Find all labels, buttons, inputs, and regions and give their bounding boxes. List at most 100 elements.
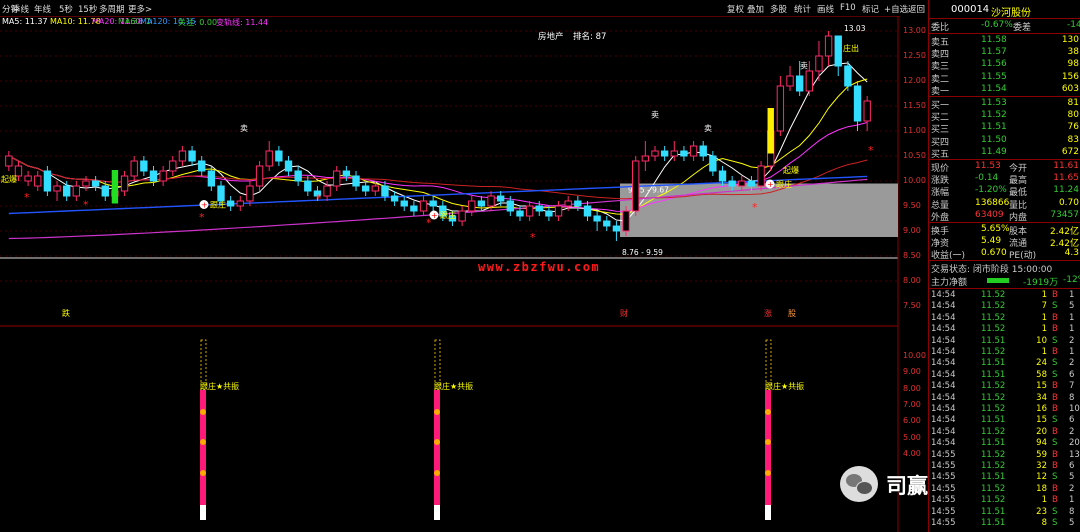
- tick-volume: 94: [1036, 438, 1047, 449]
- kline-chart[interactable]: 9.95 - 9.678.76 - 9.59 卖卖卖卖+ 跟庄+ 跟庄+ 跟庄起爆起爆…: [0, 16, 928, 532]
- stat-value: 73457: [1050, 209, 1079, 220]
- bid-row: 买三 11.51 76: [929, 122, 1080, 135]
- tick-side: B: [1052, 461, 1058, 471]
- candle-body: [834, 35, 842, 67]
- add-watchlist-button[interactable]: +自选: [884, 3, 908, 15]
- candle-body: [236, 200, 244, 207]
- candle-body: [5, 155, 13, 167]
- statistics-button[interactable]: 统计: [794, 3, 811, 15]
- price-axis-label: 8.50: [903, 251, 921, 260]
- tick-row: 14:54 11.51 58 S 6: [929, 370, 1080, 381]
- stat-label: 总量: [931, 200, 950, 211]
- tick-side: B: [1052, 381, 1058, 392]
- candle-body: [390, 195, 399, 202]
- overlay-button[interactable]: 叠加: [747, 3, 764, 15]
- candle-body: [188, 150, 196, 162]
- tick-row: 14:55 11.52 59 B 13: [929, 450, 1080, 461]
- tick-volume: 1: [1041, 347, 1047, 357]
- watermark-site: www.zbzfwu.com: [478, 260, 601, 274]
- candle-body: [738, 180, 746, 187]
- back-button[interactable]: 返回: [908, 3, 925, 15]
- candle-body: [824, 35, 833, 57]
- ask-volume: 603: [1061, 83, 1079, 94]
- candle-body: [304, 180, 312, 192]
- tick-volume: 1: [1041, 324, 1047, 335]
- sub-white-bar: [434, 505, 440, 520]
- star-mark: *: [199, 211, 205, 224]
- tick-time: 14:54: [931, 335, 956, 346]
- tick-side: B: [1052, 426, 1058, 437]
- candle-body: [776, 85, 785, 132]
- candle-body: [24, 175, 32, 182]
- mark-button[interactable]: 标记: [862, 3, 879, 15]
- period-tab-year[interactable]: 年线: [34, 3, 51, 15]
- ask-volume: 156: [1061, 71, 1079, 82]
- sub-indicator: 跟庄★共振 跟庄★共振 跟庄★共振: [200, 339, 804, 520]
- bid-volume: 81: [1067, 98, 1079, 108]
- stat-value: 11.24: [1053, 185, 1079, 196]
- stat-value: 11.65: [1053, 173, 1079, 184]
- rank-label: 排名: 87: [573, 31, 606, 42]
- weicha-label: 委差: [1013, 23, 1032, 33]
- candle-body: [101, 185, 109, 197]
- candle-body: [795, 75, 804, 92]
- tick-side: S: [1052, 506, 1058, 517]
- candle-body: [149, 170, 158, 182]
- candle-body: [680, 150, 688, 157]
- candle-body: [853, 85, 862, 122]
- candle-body: [670, 150, 678, 157]
- candle-body: [844, 65, 852, 87]
- tick-count: 5: [1069, 301, 1075, 312]
- tick-time: 14:54: [931, 392, 956, 403]
- period-tab-5s[interactable]: 5秒: [59, 3, 73, 15]
- tick-count: 2: [1069, 358, 1075, 369]
- candle-body: [477, 200, 486, 207]
- stat-value: 0.70: [1058, 197, 1079, 208]
- tick-price: 11.52: [981, 495, 1006, 506]
- stat-row: 净资 5.49 流通 2.42亿: [929, 236, 1080, 249]
- tick-price: 11.52: [981, 381, 1006, 392]
- period-tab-quarter[interactable]: 季线: [12, 3, 29, 15]
- bid-price: 11.53: [981, 98, 1007, 108]
- period-tab-multi[interactable]: 多周期: [99, 3, 125, 15]
- tick-price: 11.52: [981, 324, 1006, 335]
- tick-volume: 23: [1036, 506, 1047, 517]
- star-mark: *: [752, 201, 758, 214]
- candle-body: [786, 75, 794, 87]
- draw-line-button[interactable]: 画线: [817, 3, 834, 15]
- sub-coin: [434, 470, 440, 476]
- tick-volume: 15: [1036, 381, 1047, 392]
- sell-signal: 卖: [800, 62, 808, 71]
- stat-row: 总量 136866 量比 0.70: [929, 197, 1080, 211]
- tick-time: 14:54: [931, 290, 956, 300]
- period-tab-15s[interactable]: 15秒: [78, 3, 97, 15]
- sell-signal: 卖: [240, 124, 248, 133]
- candle-body: [564, 200, 572, 207]
- candle-body: [342, 170, 351, 177]
- period-tab-more[interactable]: 更多>: [128, 3, 152, 15]
- tick-side: S: [1052, 415, 1058, 426]
- fuquan-button[interactable]: 复权: [727, 3, 744, 15]
- stat-row: 涨跌 -0.14 最高 11.65: [929, 173, 1080, 186]
- tick-volume: 12: [1036, 472, 1047, 483]
- candle-body: [43, 170, 52, 192]
- bid-volume: 80: [1067, 110, 1079, 121]
- multi-stock-button[interactable]: 多股: [770, 3, 787, 15]
- candle-body: [381, 185, 389, 197]
- candle-body: [82, 180, 90, 187]
- f10-button[interactable]: F10: [840, 3, 856, 13]
- star-mark: *: [530, 231, 536, 244]
- stat-value: 136866: [975, 197, 1010, 208]
- stat-value: 5.49: [981, 236, 1002, 247]
- tick-price: 11.52: [981, 426, 1006, 437]
- candle-body: [333, 170, 341, 187]
- tick-row: 14:55 11.52 32 B 6: [929, 461, 1080, 472]
- weibi-label: 委比: [931, 23, 950, 33]
- trade-status-text: 交易状态: 闭市阶段 15:00:00: [931, 265, 1053, 275]
- sell-signal: 卖: [704, 124, 712, 133]
- candle-body: [660, 150, 669, 157]
- sub-white-bar: [200, 505, 206, 520]
- sub-axis-label: 4.00: [903, 448, 921, 458]
- stat-row: 涨幅 -1.20% 最低 11.24: [929, 185, 1080, 198]
- tick-count: 1: [1069, 290, 1075, 300]
